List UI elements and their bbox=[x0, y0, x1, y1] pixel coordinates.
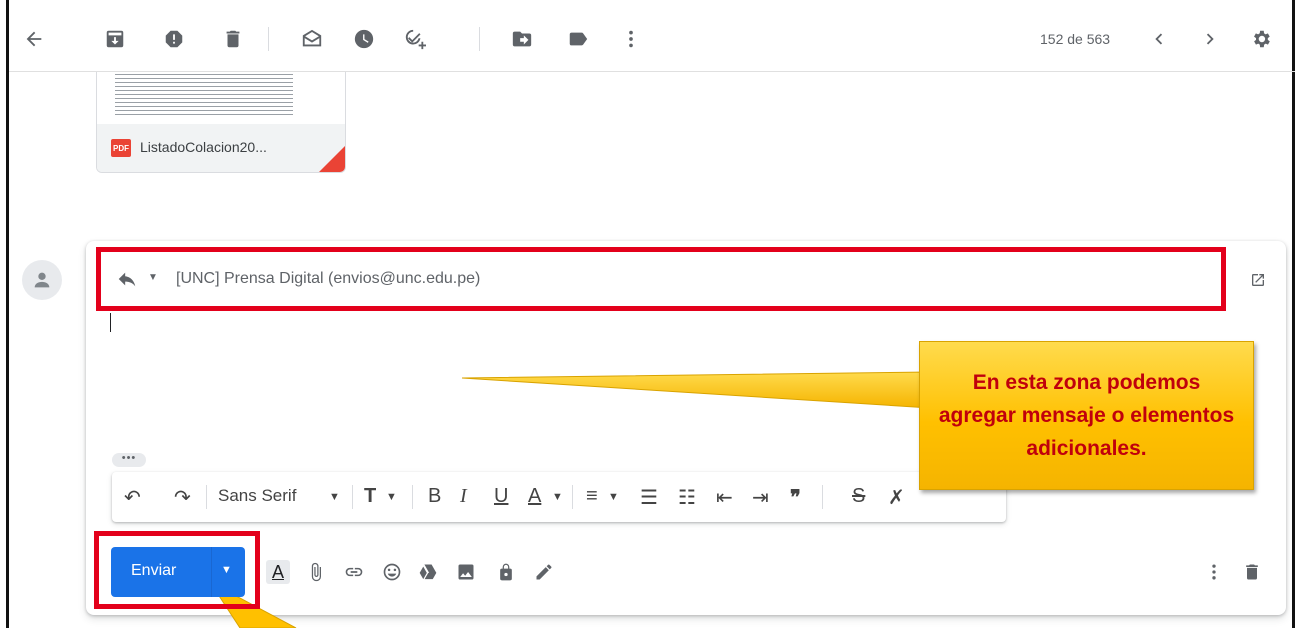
confidential-mode-icon[interactable] bbox=[494, 560, 518, 584]
annotation-callout: En esta zona podemos agregar mensaje o e… bbox=[919, 341, 1254, 490]
emoji-icon[interactable] bbox=[380, 560, 404, 584]
send-highlight bbox=[94, 531, 260, 609]
signature-pen-icon[interactable] bbox=[532, 560, 556, 584]
more-options-icon[interactable] bbox=[1202, 560, 1226, 584]
insert-photo-icon[interactable] bbox=[454, 560, 478, 584]
discard-draft-icon[interactable] bbox=[1240, 560, 1264, 584]
insert-link-icon[interactable] bbox=[342, 560, 366, 584]
attach-file-icon[interactable] bbox=[304, 560, 328, 584]
formatting-options-icon[interactable]: A bbox=[266, 560, 290, 584]
google-drive-icon[interactable] bbox=[416, 560, 440, 584]
callout-text: En esta zona podemos agregar mensaje o e… bbox=[938, 371, 1235, 460]
